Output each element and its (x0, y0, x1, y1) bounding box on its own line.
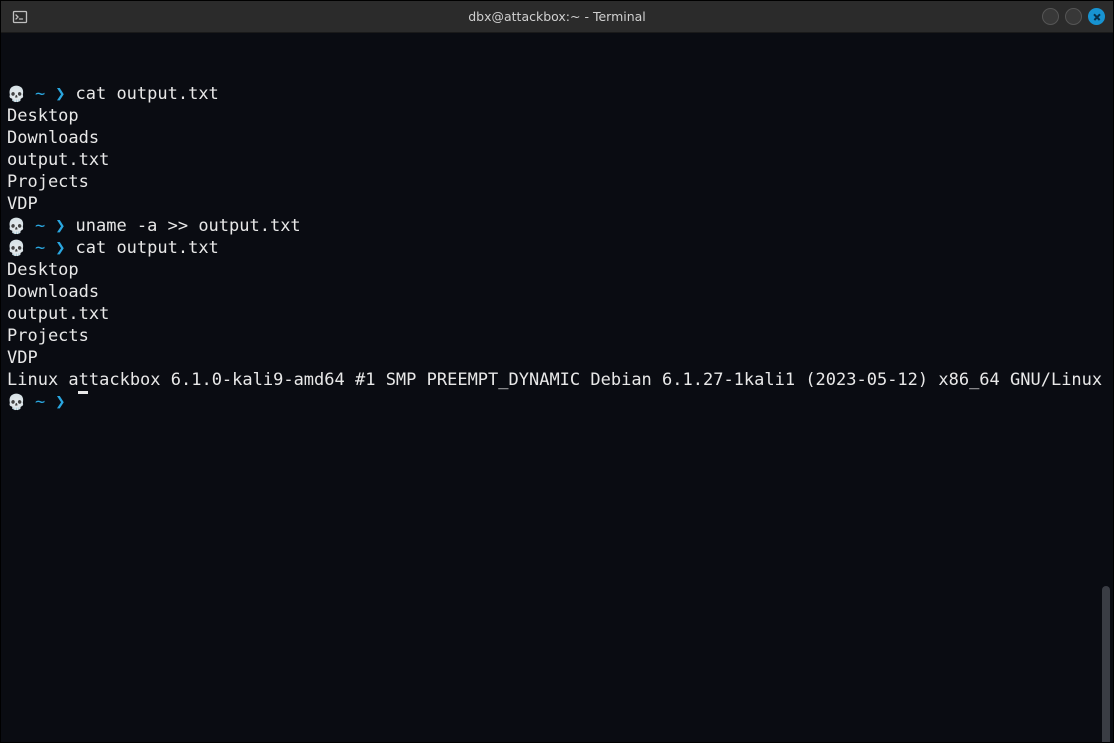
command-text: uname -a >> output.txt (76, 215, 301, 237)
window-title: dbx@attackbox:~ - Terminal (468, 9, 646, 24)
prompt-path: ~ (35, 83, 45, 105)
output-line: Linux attackbox 6.1.0-kali9-amd64 #1 SMP… (7, 369, 1107, 391)
prompt-path: ~ (35, 237, 45, 259)
output-line: VDP (7, 193, 1107, 215)
terminal-body[interactable]: 💀~❯cat output.txtDesktopDownloadsoutput.… (1, 33, 1113, 742)
prompt-path: ~ (35, 391, 45, 413)
maximize-button[interactable] (1065, 8, 1082, 25)
close-button[interactable] (1088, 8, 1105, 25)
output-line: VDP (7, 347, 1107, 369)
command-text: cat output.txt (76, 83, 219, 105)
prompt-path: ~ (35, 215, 45, 237)
prompt-line: 💀 ~ ❯ cat output.txt (7, 237, 1107, 259)
scrollbar[interactable] (1102, 586, 1110, 742)
prompt-arrow-icon: ❯ (55, 391, 65, 413)
prompt-line: 💀 ~ ❯ (7, 391, 1107, 413)
skull-icon: 💀 (7, 215, 25, 237)
prompt-arrow-icon: ❯ (55, 237, 65, 259)
output-line: Downloads (7, 281, 1107, 303)
output-line: Downloads (7, 127, 1107, 149)
prompt-line: 💀 ~ ❯ uname -a >> output.txt (7, 215, 1107, 237)
cursor (78, 391, 88, 394)
titlebar: dbx@attackbox:~ - Terminal (1, 1, 1113, 33)
skull-icon: 💀 (7, 237, 25, 259)
minimize-button[interactable] (1042, 8, 1059, 25)
output-line: output.txt (7, 149, 1107, 171)
terminal-app-icon (11, 8, 29, 26)
prompt-arrow-icon: ❯ (55, 215, 65, 237)
output-line: Desktop (7, 259, 1107, 281)
skull-icon: 💀 (7, 391, 25, 413)
prompt-arrow-icon: ❯ (55, 83, 65, 105)
output-line: Projects (7, 325, 1107, 347)
skull-icon: 💀 (7, 83, 25, 105)
output-line: Projects (7, 171, 1107, 193)
window-controls (1042, 8, 1105, 25)
prompt-line: 💀 ~ ❯ cat output.txt (7, 83, 1107, 105)
output-line: Desktop (7, 105, 1107, 127)
command-text: cat output.txt (76, 237, 219, 259)
output-line: output.txt (7, 303, 1107, 325)
